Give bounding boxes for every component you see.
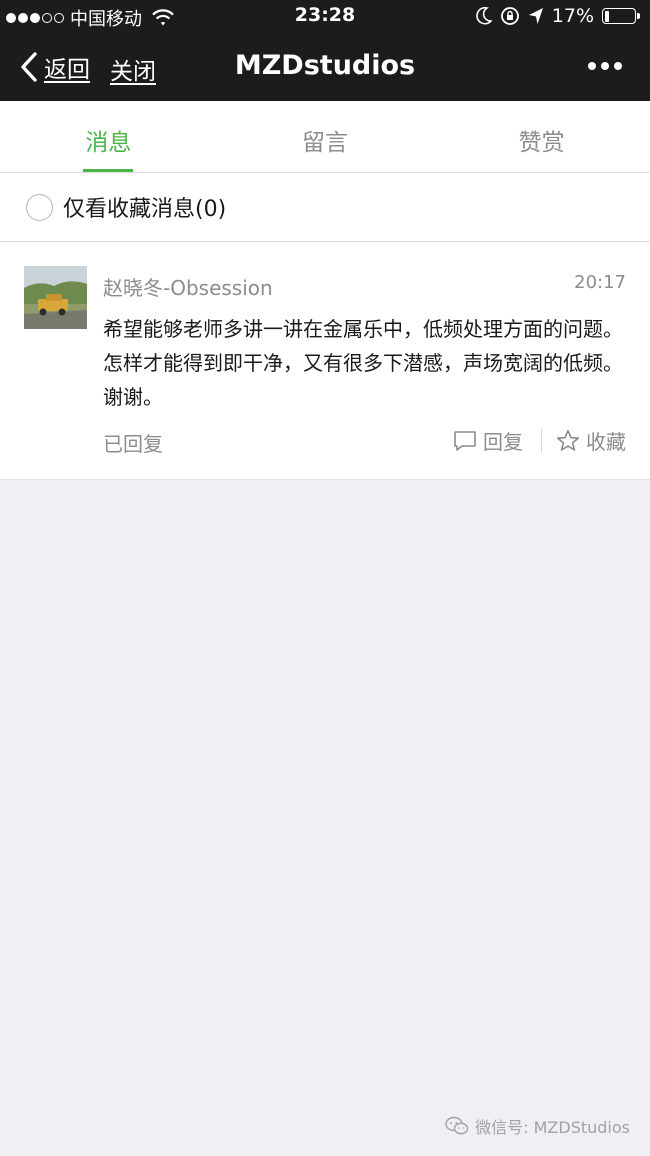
avatar <box>24 266 87 329</box>
nav-bar: 返回 关闭 MZDstudios <box>0 34 650 101</box>
status-right: 17% <box>476 5 640 27</box>
battery-icon <box>602 8 640 24</box>
battery-level <box>604 10 610 22</box>
reply-button[interactable]: 回复 <box>453 426 523 455</box>
more-dots-icon[interactable] <box>588 62 622 70</box>
avatar-image <box>24 266 87 329</box>
favorites-filter: 仅看收藏消息(0) <box>0 173 650 242</box>
wechat-watermark: 微信号: MZDStudios <box>445 1114 630 1138</box>
rotation-lock-icon <box>500 7 519 25</box>
favorites-only-radio[interactable] <box>26 193 53 221</box>
action-divider <box>541 428 542 453</box>
message-author: 赵晓冬-Obsession <box>103 276 273 300</box>
location-arrow-icon <box>528 8 543 24</box>
favorite-button[interactable]: 收藏 <box>556 426 626 455</box>
reply-status: 已回复 <box>103 432 163 456</box>
watermark-text: 微信号: MZDStudios <box>475 1118 630 1137</box>
message-item: 赵晓冬-Obsession 20:17 希望能够老师多讲一讲在金属乐中，低频处理… <box>0 242 650 480</box>
page-title: MZDstudios <box>234 50 416 81</box>
message-body: 希望能够老师多讲一讲在金属乐中，低频处理方面的问题。怎样才能得到即干净，又有很多… <box>103 317 623 409</box>
moon-icon <box>476 7 492 25</box>
reply-label: 回复 <box>483 430 523 454</box>
wechat-icon <box>445 1116 469 1135</box>
tab-bar: 消息 留言 赞赏 <box>0 101 650 173</box>
star-icon <box>557 429 579 451</box>
tab-appreciation[interactable]: 赞赏 <box>433 101 650 172</box>
status-bar: 中国移动 23:28 17% <box>0 0 650 34</box>
screen: 中国移动 23:28 17% 返回 关闭 MZDstudios 消息 留言 赞赏… <box>0 0 650 1156</box>
message-time: 20:17 <box>574 272 626 293</box>
battery-percent: 17% <box>551 5 594 27</box>
favorites-filter-label: 仅看收藏消息(0) <box>63 197 227 222</box>
message-actions: 回复 收藏 <box>453 426 626 455</box>
comment-icon <box>454 430 476 451</box>
tab-messages[interactable]: 消息 <box>0 101 217 172</box>
tab-comments[interactable]: 留言 <box>217 101 434 172</box>
favorite-label: 收藏 <box>586 430 626 454</box>
